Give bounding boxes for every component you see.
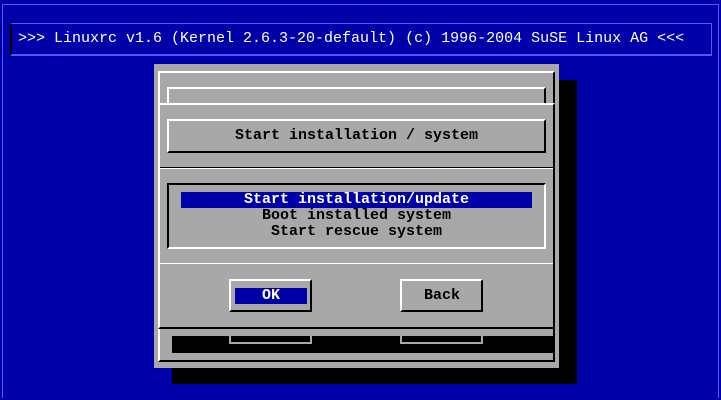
header-title: >>> Linuxrc v1.6 (Kernel 2.6.3-20-defaul… [18, 30, 685, 47]
background-window-bottom [172, 336, 554, 353]
ok-button-label: OK [235, 288, 307, 304]
back-button-label: Back [423, 287, 460, 304]
back-button[interactable]: Back [400, 279, 483, 312]
dialog-title: Start installation / system [234, 127, 479, 144]
list-item[interactable]: Start rescue system [181, 224, 532, 240]
ok-button[interactable]: OK [229, 279, 312, 312]
list-item[interactable]: Start installation/update [181, 192, 532, 208]
menu-list: Start installation/update Boot installed… [167, 183, 546, 249]
dialog: Start installation / system Start instal… [154, 64, 559, 368]
divider [160, 167, 553, 169]
divider [160, 263, 553, 264]
list-item[interactable]: Boot installed system [181, 208, 532, 224]
background-button-outline [400, 336, 483, 344]
title-box: Start installation / system [167, 119, 546, 153]
header-bar: >>> Linuxrc v1.6 (Kernel 2.6.3-20-defaul… [10, 23, 712, 56]
main-window: Start installation / system Start instal… [158, 103, 555, 329]
background-button-outline [229, 336, 312, 344]
